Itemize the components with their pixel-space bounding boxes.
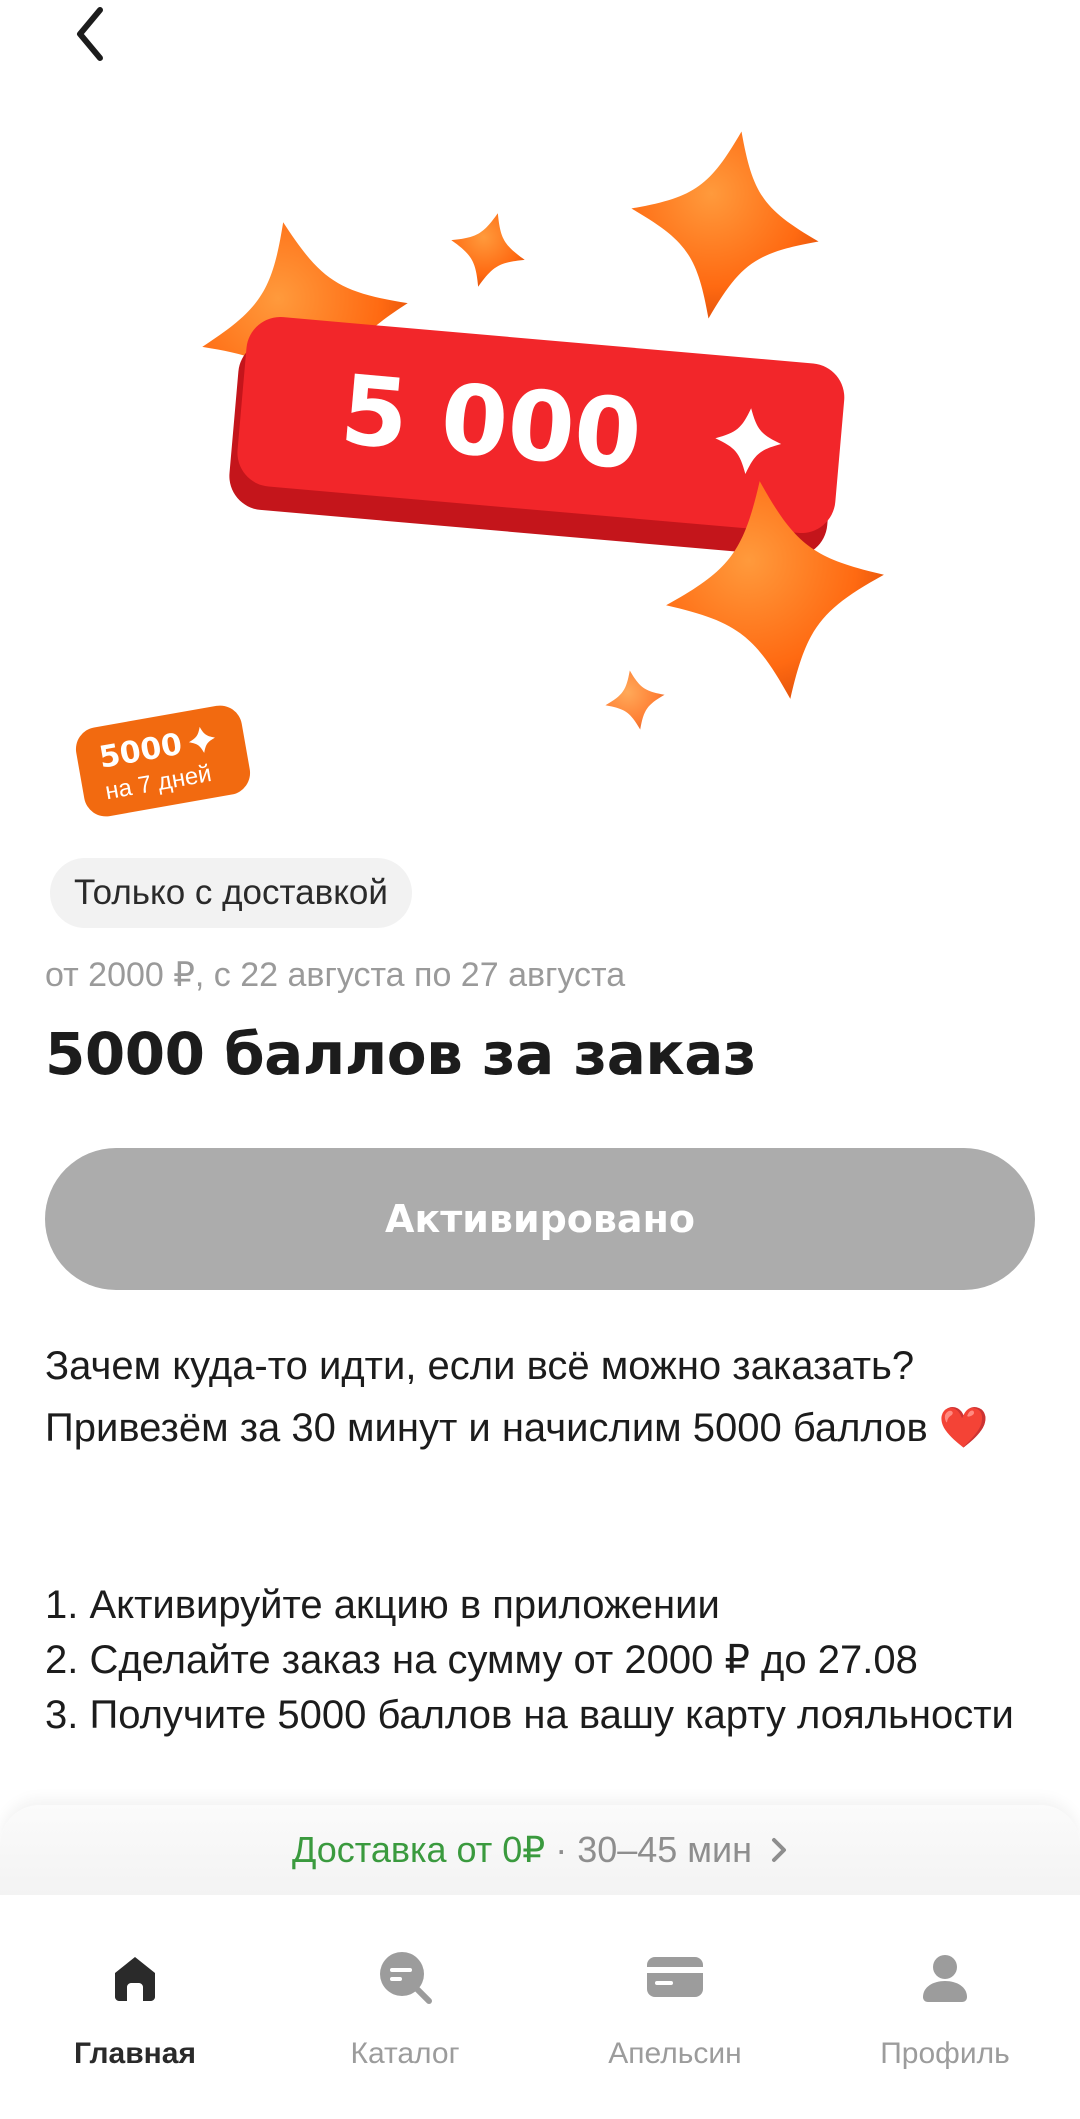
- star-decoration-icon: [451, 213, 525, 287]
- promo-description: Зачем куда-то идти, если всё можно заказ…: [45, 1335, 1045, 1459]
- card-icon: [643, 1945, 707, 2009]
- delivery-time-text: 30–45 мин: [577, 1829, 753, 1870]
- nav-label: Апельсин: [608, 2037, 742, 2070]
- step-item: 3. Получите 5000 баллов на вашу карту ло…: [45, 1693, 1014, 1737]
- page-title: 5000 баллов за заказ: [45, 1020, 757, 1088]
- step-item: 2. Сделайте заказ на сумму от 2000 ₽ до …: [45, 1638, 918, 1682]
- nav-item-profile[interactable]: Профиль: [810, 1895, 1080, 2119]
- step-item: 1. Активируйте акцию в приложении: [45, 1583, 720, 1627]
- nav-item-home[interactable]: Главная: [0, 1895, 270, 2119]
- home-icon: [103, 1945, 167, 2009]
- back-button[interactable]: [58, 2, 122, 66]
- nav-label: Главная: [73, 2037, 196, 2070]
- delivery-only-chip: Только с доставкой: [50, 858, 412, 928]
- delivery-info-bar[interactable]: Доставка от 0₽ · 30–45 мин: [0, 1805, 1080, 1895]
- heart-icon: ❤️: [938, 1406, 989, 1450]
- chevron-left-icon: [77, 7, 103, 61]
- delivery-separator: ·: [555, 1829, 568, 1870]
- delivery-price-text: Доставка от 0₽: [291, 1829, 546, 1870]
- activated-button[interactable]: Активировано: [45, 1148, 1035, 1290]
- star-decoration-icon: [605, 670, 665, 730]
- bottom-navigation: Главная Каталог Апельсин Профиль: [0, 1895, 1080, 2119]
- promo-detail-screen: 5 000 5000 на 7 дней Только с доставкой …: [0, 0, 1080, 2119]
- nav-label: Каталог: [350, 2037, 460, 2070]
- catalog-search-icon: [373, 1945, 437, 2009]
- chevron-right-icon: [770, 1836, 788, 1864]
- promo-description-text: Зачем куда-то идти, если всё можно заказ…: [45, 1344, 928, 1450]
- points-sticker: 5000 на 7 дней: [64, 698, 262, 824]
- nav-item-catalog[interactable]: Каталог: [270, 1895, 540, 2119]
- nav-label: Профиль: [880, 2037, 1010, 2070]
- star-decoration-icon: [631, 131, 819, 319]
- promo-conditions: от 2000 ₽, с 22 августа по 27 августа: [45, 956, 626, 994]
- nav-item-apelsin[interactable]: Апельсин: [540, 1895, 810, 2119]
- promo-steps: 1. Активируйте акцию в приложении 2. Сде…: [45, 1578, 1055, 1743]
- profile-icon: [913, 1945, 977, 2009]
